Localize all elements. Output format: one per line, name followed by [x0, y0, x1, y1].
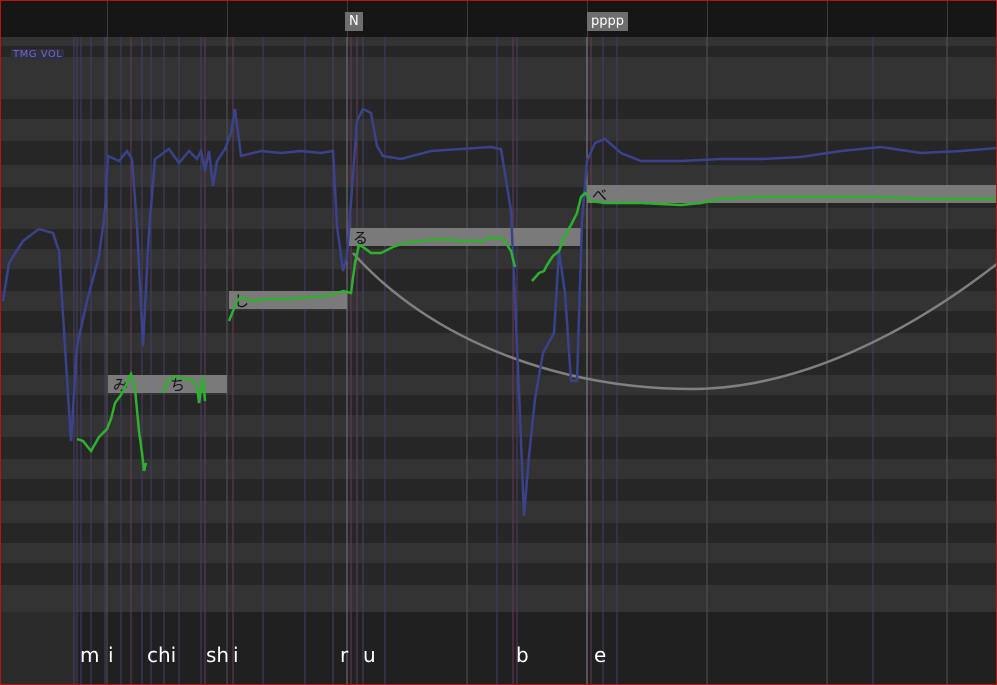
note-block[interactable]	[348, 228, 582, 246]
phoneme-label: e	[594, 643, 607, 667]
note-lyric: る	[353, 229, 368, 247]
phoneme-label: m	[80, 643, 100, 667]
phoneme-label: u	[363, 643, 376, 667]
phoneme-label: chi	[147, 643, 177, 667]
volume-curve	[1, 107, 996, 517]
note-blocks[interactable]: みちしるべ	[108, 185, 997, 394]
phoneme-label: b	[516, 643, 529, 667]
vibrato-arc	[352, 252, 996, 391]
phoneme-label: sh	[206, 643, 230, 667]
timing-lines	[73, 37, 948, 684]
phoneme-label: i	[233, 643, 239, 667]
piano-roll-editor[interactable]: N pppp TMG VOL みちしるべ m i chi sh i r u b e	[0, 0, 997, 685]
curve-overlay: みちしるべ	[1, 37, 997, 684]
phoneme-label: r	[340, 643, 349, 667]
phoneme-label: i	[108, 643, 114, 667]
note-block[interactable]	[587, 185, 997, 203]
